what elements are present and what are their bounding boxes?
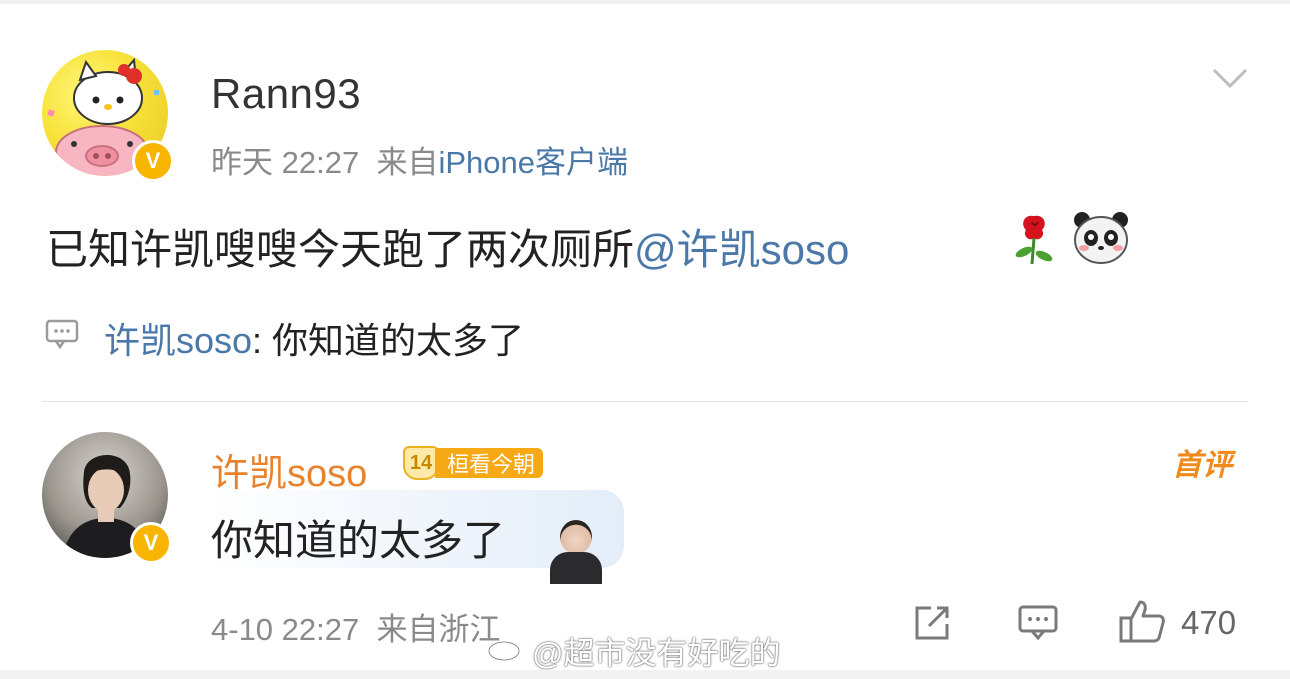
panda-emoji bbox=[1074, 212, 1128, 264]
top-separator bbox=[0, 0, 1290, 4]
fan-level-badge[interactable]: 14 桓看今朝 bbox=[403, 446, 544, 480]
divider bbox=[42, 401, 1248, 402]
comment-text: 你知道的太多了 bbox=[211, 517, 506, 564]
bottom-separator bbox=[0, 670, 1290, 679]
watermark-text: @超市没有好吃的 bbox=[532, 636, 781, 671]
bubble-decoration-avatar bbox=[544, 516, 610, 584]
post-meta: 昨天 22:27 来自iPhone客户端 bbox=[211, 137, 628, 182]
mention-link[interactable]: @许凯soso bbox=[634, 226, 849, 273]
post-time: 昨天 22:27 bbox=[211, 145, 360, 180]
post-source[interactable]: iPhone客户端 bbox=[438, 145, 628, 180]
verified-badge: V bbox=[132, 140, 174, 182]
comment-time: 4-10 22:27 bbox=[211, 612, 360, 647]
comment-preview-text: : 你知道的太多了 bbox=[252, 320, 525, 361]
rose-emoji bbox=[1015, 215, 1053, 265]
post-source-prefix: 来自 bbox=[376, 145, 439, 180]
like-count: 470 bbox=[1181, 604, 1237, 641]
comment-icon[interactable] bbox=[1017, 604, 1059, 642]
weibo-logo-icon bbox=[487, 636, 524, 662]
comment-meta: 4-10 22:27 来自浙江 bbox=[211, 604, 500, 649]
fan-badge-text: 桓看今朝 bbox=[435, 448, 544, 478]
fan-level-number: 14 bbox=[403, 446, 439, 480]
first-comment-label: 首评 bbox=[1172, 449, 1232, 482]
like-icon[interactable] bbox=[1118, 598, 1166, 644]
post-text: 已知许凯嗖嗖今天跑了两次厕所@许凯soso bbox=[46, 216, 849, 277]
comment-preview-icon bbox=[45, 319, 79, 350]
poster-username[interactable]: Rann93 bbox=[211, 70, 361, 118]
share-icon[interactable] bbox=[913, 604, 953, 642]
comment-preview[interactable]: 许凯soso: 你知道的太多了 bbox=[104, 312, 524, 364]
comment-location: 来自浙江 bbox=[376, 612, 501, 647]
commenter-verified-badge: V bbox=[130, 522, 172, 564]
comment-preview-name[interactable]: 许凯soso bbox=[104, 320, 252, 361]
chevron-down-icon[interactable] bbox=[1210, 64, 1250, 94]
post-body: 已知许凯嗖嗖今天跑了两次厕所 bbox=[46, 226, 635, 273]
commenter-name[interactable]: 许凯soso bbox=[211, 442, 367, 497]
